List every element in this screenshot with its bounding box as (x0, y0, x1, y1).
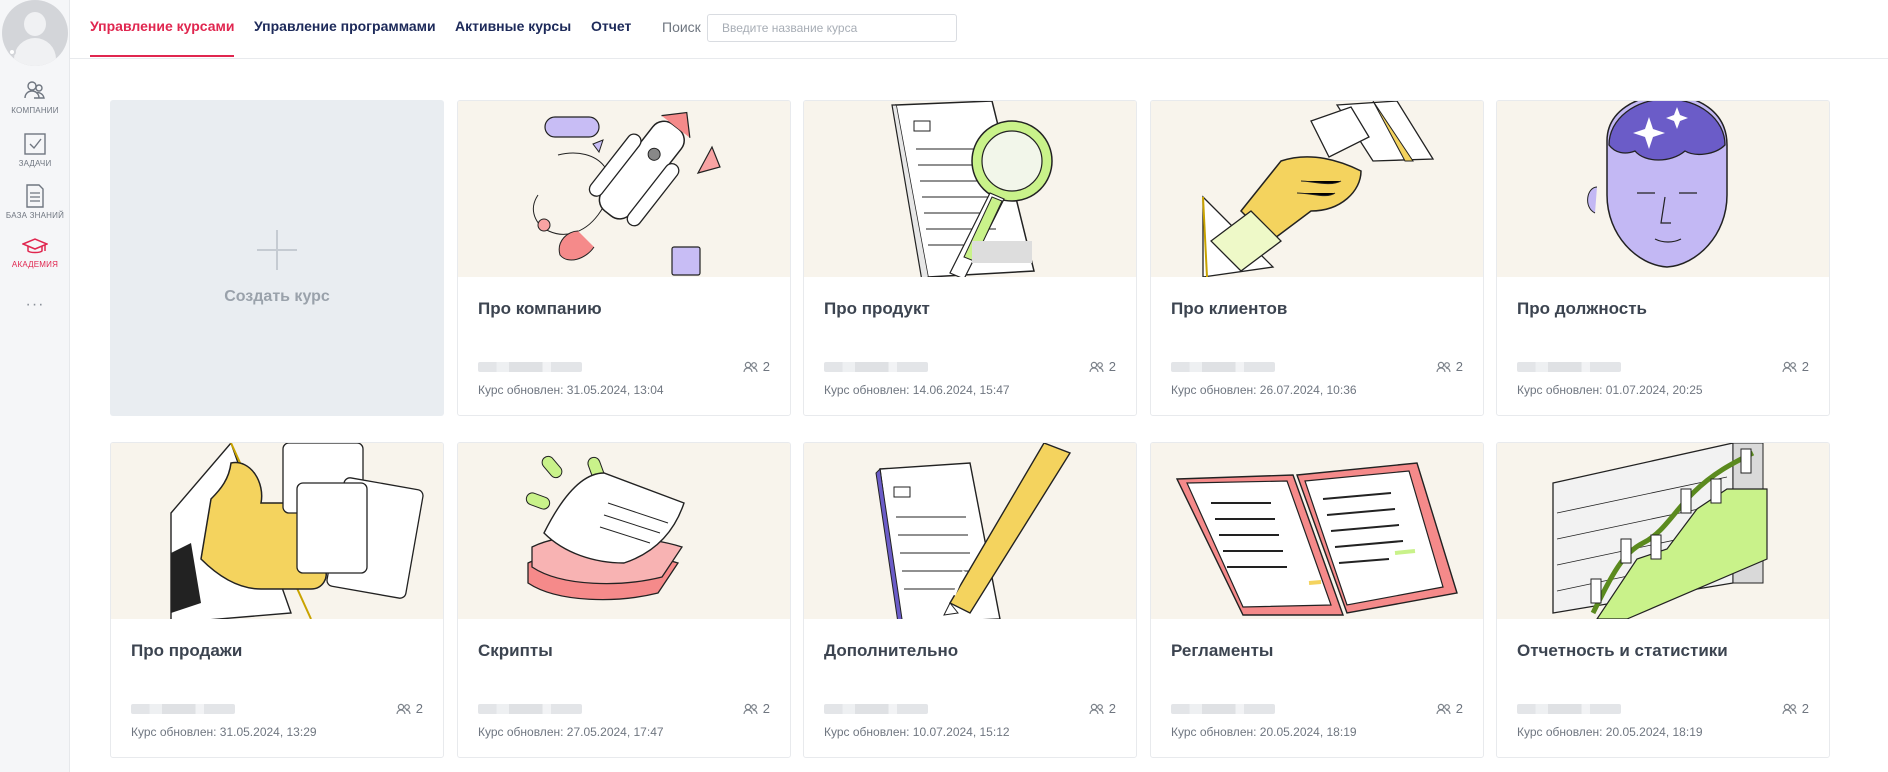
users-icon (396, 703, 411, 714)
members-count: 2 (1436, 701, 1463, 716)
members-count: 2 (1436, 359, 1463, 374)
course-card[interactable]: Отчетность и статистики 2 Курс обновлен:… (1496, 442, 1830, 758)
course-title: Дополнительно (824, 641, 959, 660)
course-card[interactable]: Про продажи 2 Курс обновлен: 31.05.2024,… (110, 442, 444, 758)
course-title: Про должность (1517, 299, 1647, 318)
handshake-illustration (1151, 101, 1483, 277)
thumbs-up-illustration (111, 443, 443, 619)
active-tab-indicator (90, 55, 234, 57)
create-course-label: Создать курс (224, 288, 330, 305)
head-illustration (1497, 101, 1829, 277)
plus-icon (257, 230, 297, 270)
members-count: 2 (1782, 359, 1809, 374)
course-updated: Курс обновлен: 20.05.2024, 18:19 (1171, 725, 1357, 739)
course-title: Про клиентов (1171, 299, 1288, 318)
magnifier-illustration (804, 101, 1136, 277)
sidebar: Компании Задачи База знаний Академия ··· (0, 0, 70, 772)
course-title: Отчетность и статистики (1517, 641, 1728, 660)
avatar[interactable] (2, 0, 68, 66)
search-input[interactable] (707, 14, 957, 42)
tab-active-courses[interactable]: Активные курсы (455, 18, 571, 34)
course-updated: Курс обновлен: 14.06.2024, 15:47 (824, 383, 1010, 397)
members-count: 2 (1089, 359, 1116, 374)
tab-program-management[interactable]: Управление программами (254, 18, 436, 34)
company-icon (24, 81, 45, 99)
members-count: 2 (743, 359, 770, 374)
users-icon (1782, 703, 1797, 714)
course-title: Про продукт (824, 299, 930, 318)
course-title: Про продажи (131, 641, 243, 660)
sidebar-item-tasks[interactable]: Задачи (0, 131, 70, 168)
course-updated: Курс обновлен: 10.07.2024, 15:12 (824, 725, 1010, 739)
sidebar-item-academy[interactable]: Академия (0, 236, 70, 269)
author-name-blurred (478, 704, 582, 714)
course-card[interactable]: Про должность 2 Курс обновлен: 01.07.202… (1496, 100, 1830, 416)
users-icon (1436, 361, 1451, 372)
course-updated: Курс обновлен: 31.05.2024, 13:29 (131, 725, 317, 739)
users-icon (1089, 361, 1104, 372)
tab-report[interactable]: Отчет (591, 18, 631, 34)
course-title: Скрипты (478, 641, 553, 660)
chart-illustration (1497, 443, 1829, 619)
author-name-blurred (824, 704, 928, 714)
search-label: Поиск (662, 19, 701, 35)
top-navigation: Управление курсами Управление программам… (70, 0, 1888, 59)
rocket-illustration (458, 101, 790, 277)
papers-illustration (458, 443, 790, 619)
author-name-blurred (131, 704, 235, 714)
course-card[interactable]: Скрипты 2 Курс обновлен: 27.05.2024, 17:… (457, 442, 791, 758)
course-card[interactable]: Регламенты 2 Курс обновлен: 20.05.2024, … (1150, 442, 1484, 758)
academy-icon (22, 238, 48, 254)
users-icon (743, 703, 758, 714)
course-card[interactable]: Про клиентов 2 Курс обновлен: 26.07.2024… (1150, 100, 1484, 416)
knowledge-base-icon (26, 184, 44, 208)
users-icon (1436, 703, 1451, 714)
members-count: 2 (743, 701, 770, 716)
members-count: 2 (1782, 701, 1809, 716)
author-name-blurred (478, 362, 582, 372)
tasks-icon (24, 133, 46, 155)
author-name-blurred (1171, 362, 1275, 372)
sidebar-item-companies[interactable]: Компании (0, 78, 70, 115)
course-card[interactable]: Про компанию 2 Курс обновлен: 31.05.2024… (457, 100, 791, 416)
author-name-blurred (1171, 704, 1275, 714)
sidebar-item-knowledge-base[interactable]: База знаний (0, 183, 70, 220)
course-card[interactable]: Дополнительно 2 Курс обновлен: 10.07.202… (803, 442, 1137, 758)
book-illustration (1151, 443, 1483, 619)
author-name-blurred (1517, 362, 1621, 372)
sidebar-item-label: Задачи (18, 159, 52, 168)
pen-illustration (804, 443, 1136, 619)
course-title: Про компанию (478, 299, 602, 318)
course-updated: Курс обновлен: 27.05.2024, 17:47 (478, 725, 664, 739)
users-icon (1089, 703, 1104, 714)
author-name-blurred (824, 362, 928, 372)
sidebar-item-label: Компании (11, 106, 59, 115)
course-card[interactable]: Про продукт 2 Курс обновлен: 14.06.2024,… (803, 100, 1137, 416)
course-updated: Курс обновлен: 31.05.2024, 13:04 (478, 383, 664, 397)
course-title: Регламенты (1171, 641, 1274, 660)
users-icon (1782, 361, 1797, 372)
sidebar-item-label: База знаний (5, 211, 65, 220)
course-updated: Курс обновлен: 20.05.2024, 18:19 (1517, 725, 1703, 739)
more-icon[interactable]: ··· (0, 296, 70, 314)
create-course-card[interactable]: Создать курс (110, 100, 444, 416)
members-count: 2 (396, 701, 423, 716)
members-count: 2 (1089, 701, 1116, 716)
users-icon (743, 361, 758, 372)
tab-course-management[interactable]: Управление курсами (90, 18, 235, 34)
author-name-blurred (1517, 704, 1621, 714)
sidebar-item-label: Академия (11, 260, 59, 269)
course-updated: Курс обновлен: 01.07.2024, 20:25 (1517, 383, 1703, 397)
course-updated: Курс обновлен: 26.07.2024, 10:36 (1171, 383, 1357, 397)
